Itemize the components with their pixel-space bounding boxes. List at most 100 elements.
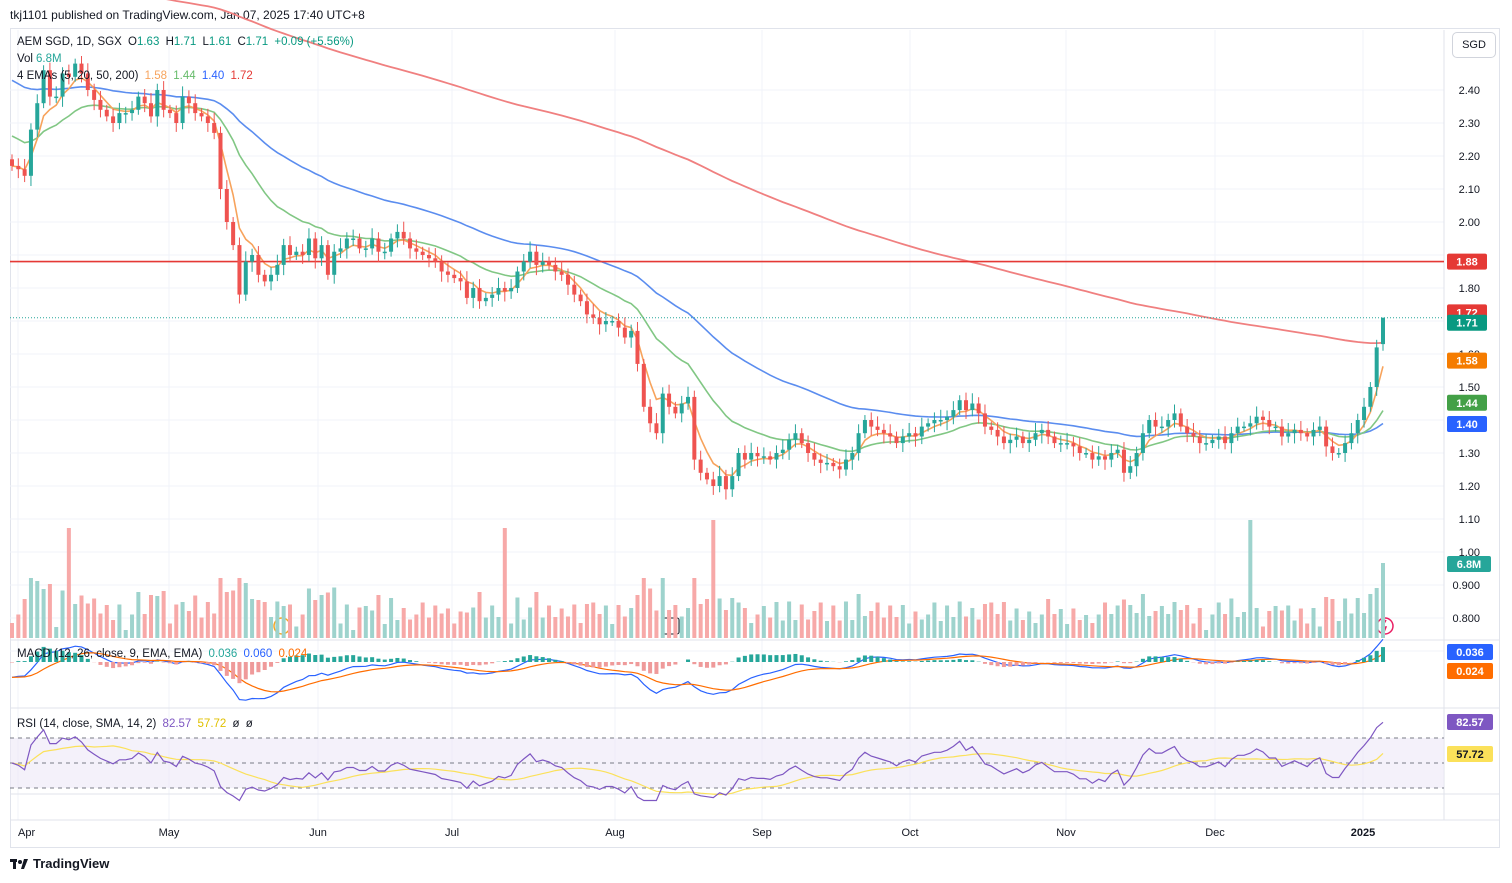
macd-histogram-bar — [1216, 662, 1221, 664]
legend-ema20: 1.44 — [173, 70, 196, 82]
volume-bar — [1090, 623, 1095, 638]
candle — [812, 442, 817, 466]
candle — [180, 86, 185, 130]
macd-histogram-bar — [698, 662, 703, 667]
macd-histogram-bar — [1298, 662, 1303, 664]
candle-body — [205, 116, 210, 123]
candle-body — [1134, 453, 1139, 467]
volume-bar — [1336, 621, 1341, 638]
candle-body — [1311, 429, 1316, 437]
candle-body — [894, 436, 899, 444]
volume-bar — [584, 604, 589, 638]
volume-bar — [92, 598, 97, 638]
macd-histogram-bar — [869, 655, 874, 662]
volume-bar — [306, 588, 311, 638]
candle — [1147, 415, 1152, 439]
candle-body — [300, 251, 305, 255]
candle-body — [1273, 426, 1278, 429]
candle — [1077, 437, 1082, 461]
volume-bar — [648, 588, 653, 638]
candle — [389, 233, 394, 257]
candle-body — [837, 466, 842, 470]
chart-canvas[interactable]: 2.402.302.202.102.001.801.601.501.301.20… — [0, 0, 1512, 883]
candle-body — [1077, 446, 1082, 453]
candle — [1185, 419, 1190, 443]
candle-body — [117, 113, 122, 123]
volume-bar — [269, 617, 274, 638]
candle-body — [761, 456, 766, 458]
macd-histogram-bar — [572, 662, 577, 665]
macd-histogram-bar — [1242, 661, 1247, 662]
volume-bar — [370, 610, 375, 638]
macd-histogram-bar — [1008, 662, 1013, 667]
macd-histogram-bar — [130, 662, 135, 666]
volume-bar — [1374, 588, 1379, 638]
macd-histogram-bar — [395, 657, 400, 662]
candle-body — [692, 396, 697, 460]
candle-body — [1191, 433, 1196, 437]
volume-bar — [243, 583, 248, 638]
candle-body — [793, 433, 798, 440]
candle-body — [622, 327, 627, 338]
volume-bar — [850, 620, 855, 638]
volume-bar — [540, 617, 545, 638]
macd-histogram-bar — [1077, 662, 1082, 664]
macd-histogram-bar — [1330, 662, 1335, 666]
candle-body — [502, 288, 507, 292]
candle-body — [913, 433, 918, 437]
macd-histogram-bar — [22, 661, 27, 662]
volume-bar — [66, 528, 71, 638]
price-tick-label: 0.900 — [1452, 580, 1480, 592]
volume-bar — [610, 624, 615, 638]
price-badge-text: 1.58 — [1456, 356, 1477, 368]
volume-bar — [926, 614, 931, 638]
volume-bar — [679, 616, 684, 638]
macd-histogram-bar — [104, 662, 109, 667]
macd-histogram-bar — [547, 658, 552, 662]
candle — [787, 433, 792, 460]
volume-bar — [1191, 623, 1196, 638]
macd-histogram-bar — [907, 661, 912, 662]
candle — [1096, 446, 1101, 466]
candle-body — [250, 255, 255, 262]
macd-histogram-bar — [1368, 655, 1373, 662]
candle — [1033, 422, 1038, 447]
volume-bar — [111, 620, 116, 638]
candle — [22, 158, 27, 183]
candle-body — [938, 420, 943, 422]
volume-bar — [1229, 598, 1234, 638]
candle-body — [521, 261, 526, 272]
volume-bar — [1134, 613, 1139, 638]
candle-body — [92, 90, 97, 100]
macd-histogram-bar — [755, 654, 760, 662]
price-badge-text: 1.88 — [1456, 257, 1477, 269]
candle — [142, 89, 147, 113]
macd-histogram-bar — [584, 662, 589, 668]
candle — [1210, 434, 1215, 449]
volume-bar — [104, 605, 109, 638]
volume-bar — [205, 602, 210, 638]
currency-button[interactable]: SGD — [1452, 32, 1496, 58]
candle — [1090, 445, 1095, 469]
volume-bar — [193, 595, 198, 638]
volume-bar — [376, 595, 381, 638]
candle-body — [736, 453, 741, 477]
volume-bar — [1014, 608, 1019, 638]
volume-bar — [281, 606, 286, 638]
candle-body — [433, 258, 438, 262]
macd-histogram-bar — [717, 662, 722, 666]
macd-histogram-bar — [502, 661, 507, 662]
macd-histogram-bar — [862, 655, 867, 662]
volume-bar — [275, 601, 280, 638]
time-axis-label: Apr — [18, 827, 35, 839]
macd-histogram-bar — [964, 660, 969, 662]
candle — [148, 92, 153, 123]
volume-bar — [862, 616, 867, 638]
macd-histogram-bar — [16, 661, 21, 662]
candle-body — [262, 274, 267, 282]
volume-bar — [1279, 610, 1284, 638]
volume-bar — [338, 623, 343, 638]
candle-body — [186, 96, 191, 104]
volume-bar — [875, 602, 880, 638]
time-axis-label: Oct — [901, 827, 918, 839]
